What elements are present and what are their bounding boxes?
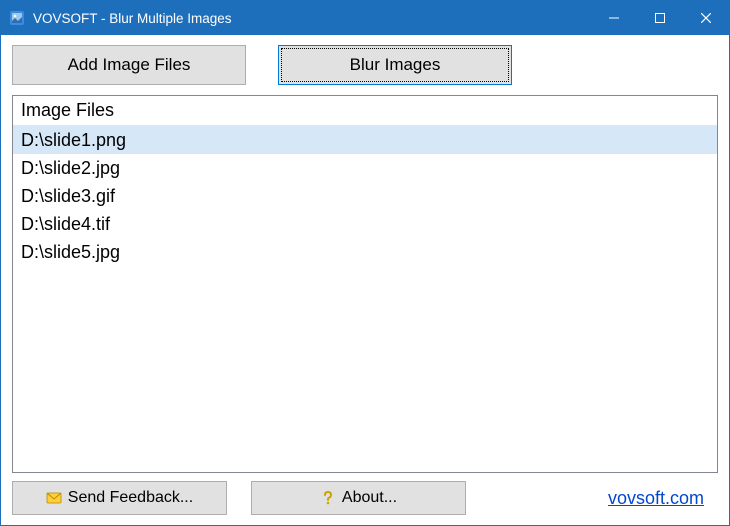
titlebar: VOVSOFT - Blur Multiple Images (1, 1, 729, 35)
about-button[interactable]: About... (251, 481, 466, 515)
window-title: VOVSOFT - Blur Multiple Images (33, 11, 232, 26)
blur-images-button[interactable]: Blur Images (278, 45, 512, 85)
vovsoft-link[interactable]: vovsoft.com (608, 488, 704, 509)
question-icon (320, 490, 336, 506)
app-icon (9, 10, 25, 26)
list-item-path: D:\slide3.gif (21, 186, 115, 207)
list-header-label: Image Files (21, 100, 114, 121)
button-label: About... (342, 489, 397, 507)
maximize-button[interactable] (637, 1, 683, 35)
bottom-bar: Send Feedback... About... vovsoft.com (12, 481, 718, 515)
list-header[interactable]: Image Files (13, 96, 717, 126)
button-label: Blur Images (350, 55, 441, 75)
button-label: Add Image Files (68, 55, 191, 75)
list-item[interactable]: D:\slide1.png (13, 126, 717, 154)
client-area: Add Image Files Blur Images Image Files … (1, 35, 729, 525)
button-label: Send Feedback... (68, 489, 193, 507)
list-item[interactable]: D:\slide4.tif (13, 210, 717, 238)
add-image-files-button[interactable]: Add Image Files (12, 45, 246, 85)
list-item[interactable]: D:\slide3.gif (13, 182, 717, 210)
list-item[interactable]: D:\slide2.jpg (13, 154, 717, 182)
toolbar: Add Image Files Blur Images (12, 43, 718, 87)
list-item-path: D:\slide2.jpg (21, 158, 120, 179)
list-item-path: D:\slide4.tif (21, 214, 110, 235)
app-window: VOVSOFT - Blur Multiple Images Add Image… (0, 0, 730, 526)
close-button[interactable] (683, 1, 729, 35)
list-item-path: D:\slide1.png (21, 130, 126, 151)
list-item-path: D:\slide5.jpg (21, 242, 120, 263)
image-files-list[interactable]: Image Files D:\slide1.pngD:\slide2.jpgD:… (12, 95, 718, 473)
list-body: D:\slide1.png D:\slide2.jpg D:\slide3.gif D… (13, 126, 717, 472)
send-feedback-button[interactable]: Send Feedback... (12, 481, 227, 515)
envelope-icon (46, 490, 62, 506)
list-item[interactable]: D:\slide5.jpg (13, 238, 717, 266)
minimize-button[interactable] (591, 1, 637, 35)
